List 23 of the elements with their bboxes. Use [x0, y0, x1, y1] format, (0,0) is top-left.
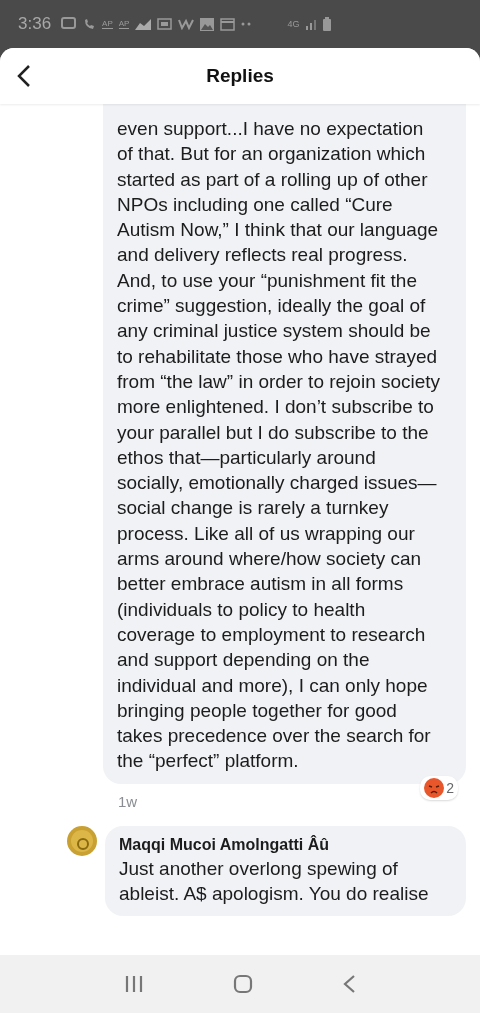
phone-icon — [83, 17, 97, 31]
window-icon — [220, 17, 236, 31]
clock: 3:36 — [18, 14, 52, 34]
reaction-count: 2 — [446, 779, 454, 796]
picture-icon — [200, 17, 215, 31]
avatar-icon[interactable] — [67, 825, 97, 856]
comment-text: Just another overlong spewing of ableist. A$ apologism. You do realise — [119, 856, 430, 906]
w-icon — [178, 18, 195, 30]
author-name[interactable]: Maqqi Mucoi Amolngatti Âû — [119, 833, 456, 856]
page-title: Replies — [206, 65, 274, 87]
signal-icon — [305, 18, 318, 30]
back-icon[interactable] — [16, 64, 32, 88]
home-icon[interactable] — [233, 974, 253, 994]
network-label: 4G — [287, 19, 300, 29]
angry-emoji-icon — [424, 777, 445, 798]
battery-icon — [323, 17, 332, 31]
more-icon — [241, 22, 252, 26]
comment-text: even support...I have no expectation of that. But for an organization which started as part of a rolling up of other NPOs including one called “Cure Autism Now,” I think that our language and delivery reflects real progress. And, to use your “punishment fit the crime” suggestion, ideally the goal of any criminal justice system should be to rehabilitate those who have strayed from “the law” in order to rejoin society more enlightened. I don’t subscribe to your parallel but I do subscribe to the ethos that—particularly around socially, emotionally charged issues—social change is rarely a turnkey process. Like all of us wrapping our arms around where/how society can better embrace autism in all forms (individuals to policy to health coverage to employment to research and support depending on the individual and more), I can only hope bringing people together for good takes precedence over the search for the “perfect” platform. — [117, 117, 442, 774]
comment-time: 1w — [118, 793, 138, 811]
notification-badge: AP — [102, 19, 113, 29]
recent-apps-icon[interactable] — [124, 975, 145, 993]
notification-badge: AP — [118, 19, 130, 29]
chart-icon — [135, 18, 152, 30]
